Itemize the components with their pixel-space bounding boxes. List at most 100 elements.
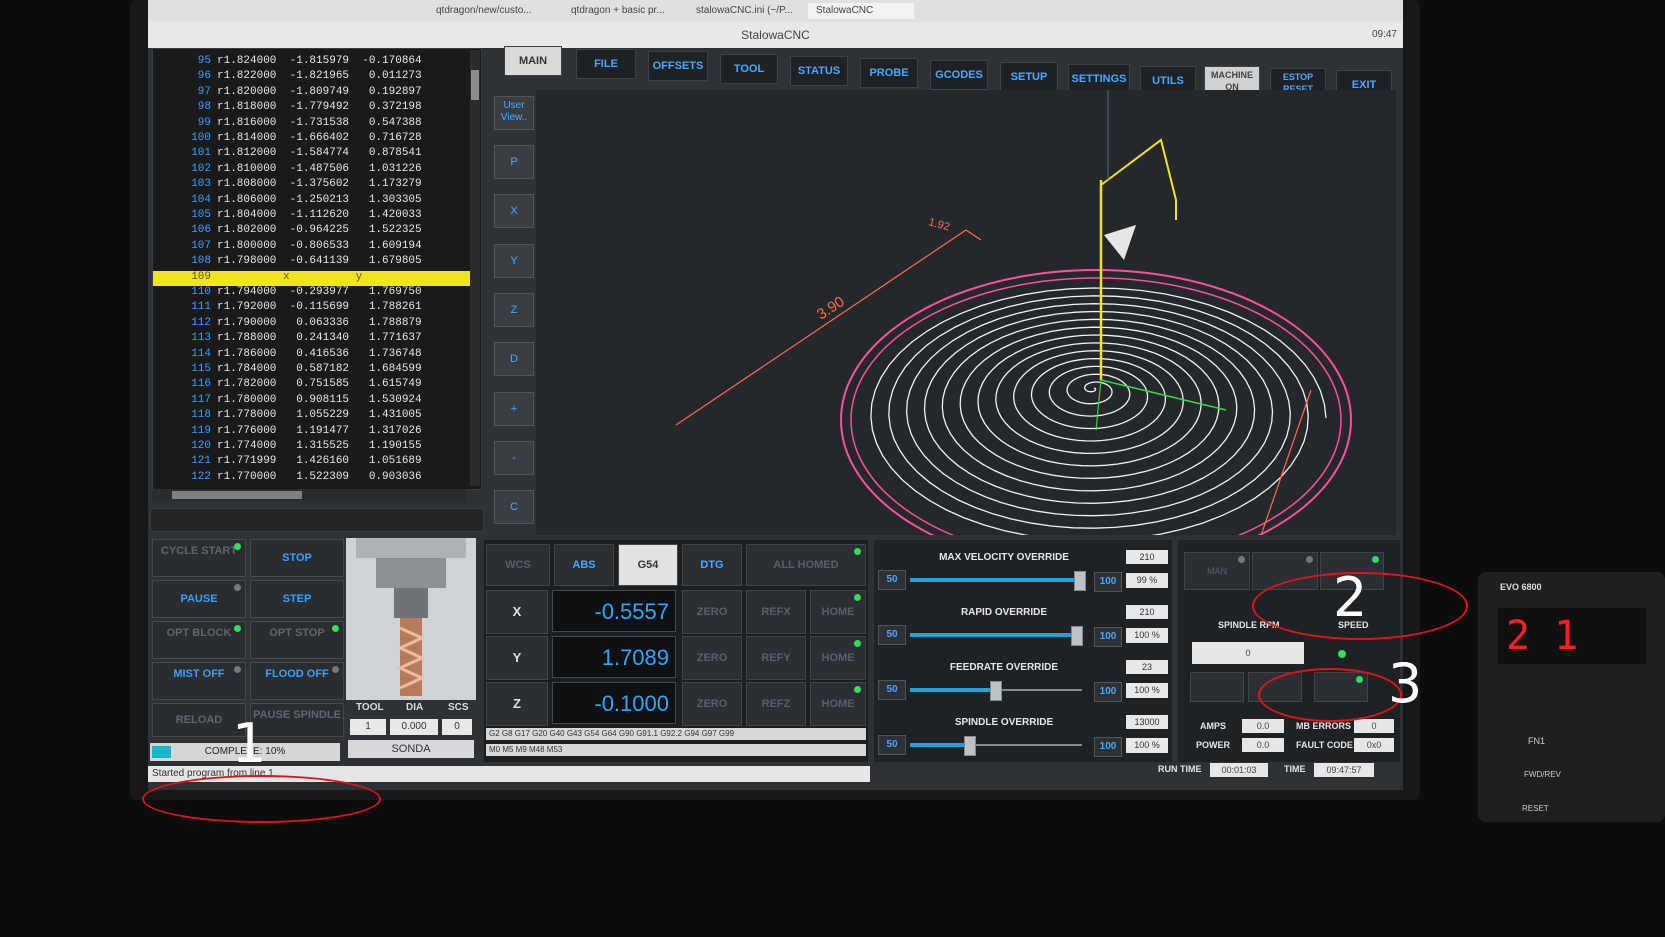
gcode-line[interactable]: 97 r1.820000 -1.809749 0.192897 (153, 86, 471, 102)
line-number: 109 (191, 270, 211, 283)
opt-stop-button[interactable]: OPT STOP (250, 621, 344, 659)
gcode-line[interactable]: 100 r1.814000 -1.666402 0.716728 (153, 132, 471, 148)
gcode-horizontal-scrollbar[interactable] (152, 489, 466, 501)
browser-tab[interactable]: qtdragon + basic pr... (563, 3, 673, 19)
step-button[interactable]: STEP (250, 580, 344, 618)
gcode-line[interactable]: 101 r1.812000 -1.584774 0.878541 (153, 147, 471, 163)
gcode-line[interactable]: 106 r1.802000 -0.964225 1.522325 (153, 224, 471, 240)
tab-status[interactable]: STATUS (790, 56, 848, 86)
dtg-button[interactable]: DTG (682, 544, 742, 586)
gcode-line[interactable]: 116 r1.782000 0.751585 1.615749 (153, 378, 471, 394)
tab-setup[interactable]: SETUP (1000, 62, 1058, 92)
view-x-button[interactable]: X (494, 194, 534, 228)
gcode-line[interactable]: 95 r1.824000 -1.815979 -0.170864 (153, 55, 471, 71)
evo-fn1-button[interactable]: FN1 (1528, 736, 1545, 746)
home-y-button[interactable]: HOME (810, 636, 866, 680)
gcode-line[interactable]: 105 r1.804000 -1.112620 1.420033 (153, 209, 471, 225)
tool-label: TOOL (356, 702, 384, 713)
mist-button[interactable]: MIST OFF (152, 662, 246, 700)
stop-button[interactable]: STOP (250, 539, 344, 577)
view-y-button[interactable]: Y (494, 244, 534, 278)
gcode-line[interactable]: 103 r1.808000 -1.375602 1.173279 (153, 178, 471, 194)
evo-reset-button[interactable]: RESET (1522, 804, 1549, 813)
view-user-button[interactable]: User View.. (494, 96, 534, 130)
gcode-line[interactable]: 107 r1.800000 -0.806533 1.609194 (153, 240, 471, 256)
gcode-line[interactable]: 98 r1.818000 -1.779492 0.372198 (153, 101, 471, 117)
x-axis-line (1100, 379, 1227, 411)
browser-tab[interactable]: qtdragon/new/custo... (428, 3, 540, 19)
view-p-button[interactable]: P (494, 145, 534, 179)
zero-z-button[interactable]: ZERO (682, 682, 742, 726)
override-slider-handle[interactable] (1071, 626, 1083, 646)
toolpath-viewport[interactable]: 3.90 1.92 (536, 90, 1396, 571)
override-min-button[interactable]: 50 (878, 680, 906, 700)
gcode-line[interactable]: 96 r1.822000 -1.821965 0.011273 (153, 70, 471, 86)
status-led (854, 640, 861, 647)
gcode-line[interactable]: 121 r1.771999 1.426160 1.051689 (153, 455, 471, 471)
gcode-line[interactable]: 112 r1.790000 0.063336 1.788879 (153, 317, 471, 333)
ref-y-button[interactable]: REFY (746, 636, 806, 680)
spindle-rev-button[interactable] (1190, 672, 1244, 702)
override-min-button[interactable]: 50 (878, 625, 906, 645)
home-z-button[interactable]: HOME (810, 682, 866, 726)
override-min-button[interactable]: 50 (878, 570, 906, 590)
gcode-line[interactable]: 119 r1.776000 1.191477 1.317026 (153, 425, 471, 441)
tab-offsets[interactable]: OFFSETS (648, 51, 708, 81)
gcode-line[interactable]: 104 r1.806000 -1.250213 1.303305 (153, 194, 471, 210)
view-d-button[interactable]: D (494, 342, 534, 376)
g54-button[interactable]: G54 (618, 544, 678, 586)
gcode-line[interactable]: 99 r1.816000 -1.731538 0.547388 (153, 117, 471, 133)
gcode-line[interactable]: 113 r1.788000 0.241340 1.771637 (153, 332, 471, 348)
line-number: 108 (191, 255, 211, 268)
opt-block-button[interactable]: OPT BLOCK (152, 621, 246, 659)
override-slider-handle[interactable] (990, 681, 1002, 701)
tab-file[interactable]: FILE (576, 49, 636, 79)
override-max-button[interactable]: 100 (1094, 737, 1122, 757)
flood-button[interactable]: FLOOD OFF (250, 662, 344, 700)
cycle-start-button[interactable]: CYCLE START (152, 539, 246, 577)
pause-button[interactable]: PAUSE (152, 580, 246, 618)
tab-probe[interactable]: PROBE (860, 58, 918, 88)
override-slider-handle[interactable] (964, 736, 976, 756)
gcode-listing[interactable]: 95 r1.824000 -1.815979 -0.170864 96 r1.8220… (152, 48, 482, 490)
gcode-line[interactable]: 115 r1.784000 0.587182 1.684599 (153, 363, 471, 379)
tab-gcodes[interactable]: GCODES (930, 60, 988, 90)
zoom-in-button[interactable]: + (494, 392, 534, 426)
line-number: 115 (191, 363, 211, 375)
ref-x-button[interactable]: REFX (746, 590, 806, 634)
gcode-line[interactable]: 118 r1.778000 1.055229 1.431005 (153, 409, 471, 425)
override-slider-handle[interactable] (1074, 571, 1086, 591)
abs-button[interactable]: ABS (554, 544, 614, 586)
gcode-line[interactable]: 108 r1.798000 -0.641139 1.679805 (153, 255, 471, 271)
spindle-man-button[interactable]: MAN (1184, 552, 1250, 590)
tab-tool[interactable]: TOOL (720, 54, 778, 84)
gcode-line[interactable]: 109 x y (153, 270, 471, 287)
gcode-line[interactable]: 110 r1.794000 -0.293977 1.769750 (153, 286, 471, 302)
evo-fwd-rev-button[interactable]: FWD/REV (1524, 770, 1561, 779)
view-z-button[interactable]: Z (494, 293, 534, 327)
zero-y-button[interactable]: ZERO (682, 636, 742, 680)
browser-tab[interactable]: stalowaCNC.ini (~/P... (688, 3, 801, 19)
line-number: 104 (191, 193, 211, 206)
gcode-line[interactable]: 120 r1.774000 1.315525 1.190155 (153, 440, 471, 456)
gcode-line[interactable]: 122 r1.770000 1.522309 0.903036 (153, 471, 471, 487)
gcode-line[interactable]: 111 r1.792000 -0.115699 1.788261 (153, 301, 471, 317)
override-max-button[interactable]: 100 (1094, 682, 1122, 702)
gcode-vertical-scrollbar[interactable] (470, 50, 480, 486)
clear-view-button[interactable]: C (494, 490, 534, 524)
status-led (854, 594, 861, 601)
status-led (1372, 556, 1379, 563)
browser-tab-active[interactable]: StalowaCNC (808, 3, 914, 19)
home-x-button[interactable]: HOME (810, 590, 866, 634)
gcode-line[interactable]: 117 r1.780000 0.908115 1.530924 (153, 394, 471, 410)
zoom-out-button[interactable]: - (494, 441, 534, 475)
ref-z-button[interactable]: REFZ (746, 682, 806, 726)
tab-main[interactable]: MAIN (504, 46, 562, 76)
override-max-button[interactable]: 100 (1094, 572, 1122, 592)
override-max-button[interactable]: 100 (1094, 627, 1122, 647)
zero-x-button[interactable]: ZERO (682, 590, 742, 634)
gcode-line[interactable]: 114 r1.786000 0.416536 1.736748 (153, 348, 471, 364)
override-min-button[interactable]: 50 (878, 735, 906, 755)
gcode-line[interactable]: 102 r1.810000 -1.487506 1.031226 (153, 163, 471, 179)
wcs-button[interactable]: WCS (486, 544, 550, 586)
